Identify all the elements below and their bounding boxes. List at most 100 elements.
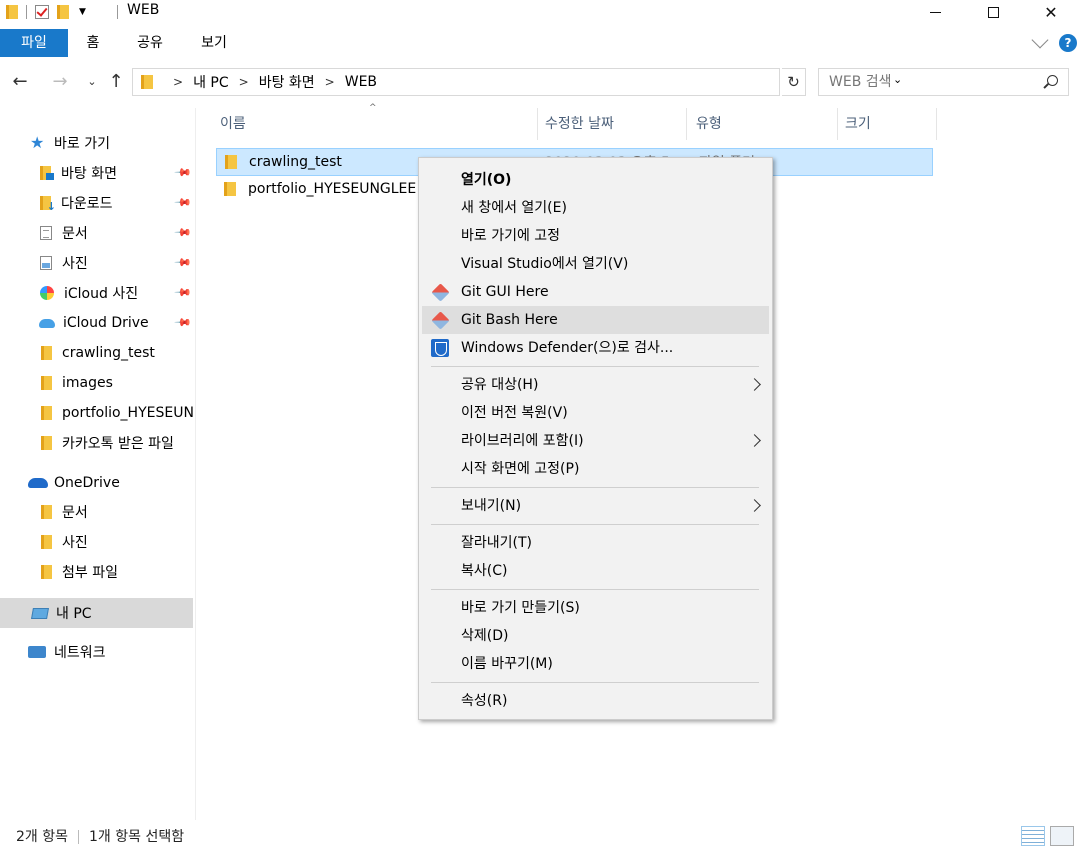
menu-separator [431,487,759,488]
nav-my-pc[interactable]: 내 PC [0,598,193,628]
status-item-count: 2개 항목 [16,829,68,845]
menu-item-rename[interactable]: 이름 바꾸기(M) [422,650,769,678]
breadcrumb-my-pc[interactable]: 내 PC [193,72,229,92]
context-menu: 열기(O) 새 창에서 열기(E) 바로 가기에 고정 Visual Studi… [418,157,773,720]
menu-item-open[interactable]: 열기(O) [422,166,769,194]
details-view-button[interactable] [1021,826,1045,846]
folder-icon [141,75,153,89]
minimize-button[interactable] [906,0,964,24]
menu-item-properties[interactable]: 속성(R) [422,687,769,715]
folder-icon [41,565,52,579]
search-icon [1047,75,1058,86]
submenu-arrow-icon [748,378,761,391]
large-icons-view-button[interactable] [1050,826,1074,846]
breadcrumb-desktop[interactable]: 바탕 화면 [259,72,315,92]
customize-toolbar-dropdown-icon[interactable]: ▼ [79,7,86,17]
folder-icon [41,505,52,519]
nav-kakaotalk-files[interactable]: 카카오톡 받은 파일 [0,428,193,458]
menu-separator [431,589,759,590]
menu-item-delete[interactable]: 삭제(D) [422,622,769,650]
folder-icon [224,182,236,196]
maximize-button[interactable] [964,0,1022,24]
file-name: crawling_test [249,154,342,170]
column-header-size[interactable]: 크기 [839,108,937,140]
folder-icon [41,436,52,450]
menu-separator [431,682,759,683]
nav-images[interactable]: images [0,368,193,398]
menu-item-open-new-window[interactable]: 새 창에서 열기(E) [422,194,769,222]
menu-item-create-shortcut[interactable]: 바로 가기 만들기(S) [422,594,769,622]
tab-view[interactable]: 보기 [196,29,232,57]
breadcrumb-chevron-icon[interactable]: > [239,75,249,89]
menu-item-pin-quick-access[interactable]: 바로 가기에 고정 [422,222,769,250]
forward-button[interactable]: → [48,70,72,94]
up-button[interactable]: ↑ [104,70,128,94]
tab-share[interactable]: 공유 [132,29,168,57]
address-bar[interactable]: > 내 PC > 바탕 화면 > WEB ⌄ [132,68,902,96]
menu-item-defender-scan[interactable]: Windows Defender(으)로 검사... [422,334,769,362]
nav-icloud-drive[interactable]: iCloud Drive 📌 [0,308,193,338]
column-header-name[interactable]: 이름 [214,108,538,140]
address-row: ← → ⌄ ↑ > 내 PC > 바탕 화면 > WEB ⌄ ↻ WEB 검색 [0,66,1077,98]
menu-item-send-to[interactable]: 보내기(N) [422,492,769,520]
menu-item-git-gui[interactable]: Git GUI Here [422,278,769,306]
menu-item-include-library[interactable]: 라이브러리에 포함(I) [422,427,769,455]
menu-item-restore-previous[interactable]: 이전 버전 복원(V) [422,399,769,427]
picture-icon [40,256,52,270]
menu-item-pin-start[interactable]: 시작 화면에 고정(P) [422,455,769,483]
help-icon[interactable]: ? [1059,34,1077,52]
nav-onedrive[interactable]: OneDrive [0,468,193,498]
pin-icon: 📌 [173,163,193,182]
submenu-arrow-icon [748,499,761,512]
pin-icon: 📌 [173,313,193,332]
folder-icon [41,376,52,390]
submenu-arrow-icon [748,434,761,447]
git-icon [431,311,450,330]
close-button[interactable]: ✕ [1022,0,1077,24]
git-icon [431,283,450,302]
tab-file[interactable]: 파일 [0,29,68,57]
menu-item-git-bash[interactable]: Git Bash Here [422,306,769,334]
pin-icon: 📌 [173,283,193,302]
back-button[interactable]: ← [8,70,32,94]
nav-desktop[interactable]: 바탕 화면 📌 [0,158,193,188]
title-bar: ▼ WEB ✕ [0,0,1077,24]
breadcrumb-web[interactable]: WEB [345,74,377,90]
breadcrumb-chevron-icon[interactable]: > [173,75,183,89]
download-folder-icon [40,196,56,213]
column-header-date[interactable]: 수정한 날짜 [539,108,687,140]
new-folder-icon[interactable] [57,5,69,19]
nav-onedrive-documents[interactable]: 문서 [0,497,193,527]
menu-item-share-with[interactable]: 공유 대상(H) [422,371,769,399]
folder-icon [41,346,52,360]
breadcrumb-chevron-icon[interactable]: > [325,75,335,89]
nav-pictures[interactable]: 사진 📌 [0,248,193,278]
folder-icon [41,535,52,549]
nav-downloads[interactable]: 다운로드📌 [0,188,193,218]
column-header-type[interactable]: 유형 [690,108,838,140]
nav-icloud-photos[interactable]: iCloud 사진 📌 [0,278,193,308]
nav-portfolio[interactable]: portfolio_HYESEUN [0,398,193,428]
refresh-button[interactable]: ↻ [782,68,806,96]
folder-icon [225,155,237,169]
nav-onedrive-pictures[interactable]: 사진 [0,527,193,557]
menu-item-copy[interactable]: 복사(C) [422,557,769,585]
recent-locations-dropdown-icon[interactable]: ⌄ [80,70,104,94]
nav-onedrive-attachments[interactable]: 첨부 파일 [0,557,193,587]
properties-icon[interactable] [35,5,49,19]
menu-item-open-visual-studio[interactable]: Visual Studio에서 열기(V) [422,250,769,278]
document-icon [40,226,52,240]
nav-crawling-test[interactable]: crawling_test [0,338,193,368]
nav-quick-access[interactable]: ★ 바로 가기 [0,128,193,158]
nav-network[interactable]: 네트워크 [0,637,193,667]
search-input[interactable]: WEB 검색 [818,68,1069,96]
nav-documents[interactable]: 문서 📌 [0,218,193,248]
status-bar: 2개 항목 1개 항목 선택함 [16,826,184,846]
tab-home[interactable]: 홈 [80,29,106,57]
pin-icon: 📌 [173,223,193,242]
windows-defender-icon [431,339,449,357]
icloud-drive-icon [39,318,55,328]
expand-ribbon-chevron-icon[interactable] [1031,31,1049,49]
icloud-photos-icon [40,286,54,300]
menu-item-cut[interactable]: 잘라내기(T) [422,529,769,557]
